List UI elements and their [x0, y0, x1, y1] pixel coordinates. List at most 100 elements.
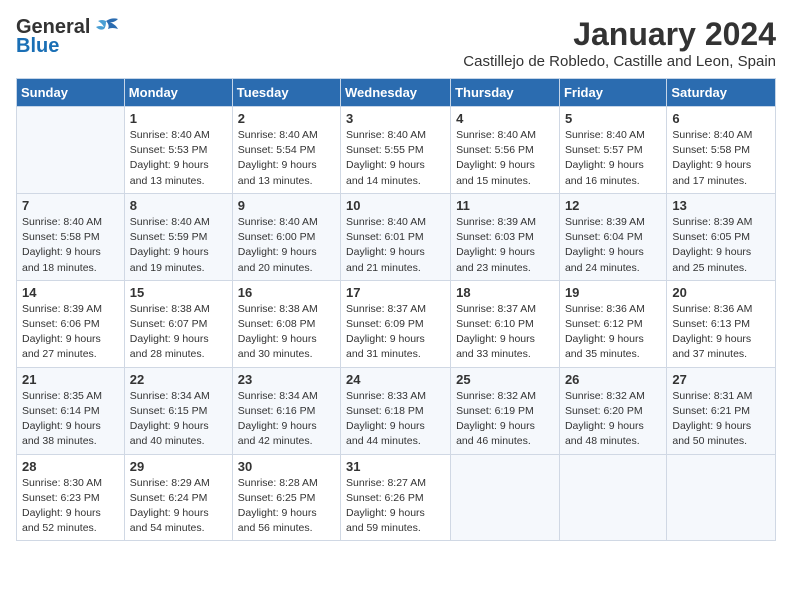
daylight-hours: Daylight: 9 hours — [346, 333, 425, 345]
sunset-text: Sunset: 6:23 PM — [22, 492, 100, 504]
daylight-minutes: and 19 minutes. — [130, 262, 205, 274]
cell-detail: Sunrise: 8:40 AMSunset: 6:01 PMDaylight:… — [346, 215, 445, 276]
daylight-hours: Daylight: 9 hours — [130, 507, 209, 519]
calendar-cell: 25 Sunrise: 8:32 AMSunset: 6:19 PMDayligh… — [451, 367, 560, 454]
daylight-minutes: and 17 minutes. — [672, 175, 747, 187]
cell-detail: Sunrise: 8:31 AMSunset: 6:21 PMDaylight:… — [672, 389, 770, 450]
daylight-minutes: and 59 minutes. — [346, 522, 421, 534]
calendar-cell: 14 Sunrise: 8:39 AMSunset: 6:06 PMDayligh… — [17, 280, 125, 367]
header-sunday: Sunday — [17, 79, 125, 107]
sunset-text: Sunset: 6:19 PM — [456, 405, 534, 417]
sunset-text: Sunset: 6:12 PM — [565, 318, 643, 330]
daylight-hours: Daylight: 9 hours — [672, 333, 751, 345]
calendar-cell: 5Sunrise: 8:40 AMSunset: 5:57 PMDaylight… — [559, 107, 666, 194]
day-number: 13 — [672, 198, 770, 213]
sunrise-text: Sunrise: 8:37 AM — [456, 303, 536, 315]
day-number: 24 — [346, 372, 445, 387]
header-friday: Friday — [559, 79, 666, 107]
day-number: 9 — [238, 198, 335, 213]
day-number: 17 — [346, 285, 445, 300]
daylight-minutes: and 56 minutes. — [238, 522, 313, 534]
sunrise-text: Sunrise: 8:38 AM — [130, 303, 210, 315]
calendar-week-row: 14 Sunrise: 8:39 AMSunset: 6:06 PMDayligh… — [17, 280, 776, 367]
daylight-minutes: and 30 minutes. — [238, 348, 313, 360]
cell-detail: Sunrise: 8:32 AMSunset: 6:19 PMDaylight:… — [456, 389, 554, 450]
calendar-cell: 9Sunrise: 8:40 AMSunset: 6:00 PMDaylight… — [232, 193, 340, 280]
calendar-cell: 15Sunrise: 8:38 AMSunset: 6:07 PMDayligh… — [124, 280, 232, 367]
sunset-text: Sunset: 6:08 PM — [238, 318, 316, 330]
sunrise-text: Sunrise: 8:34 AM — [238, 390, 318, 402]
logo-blue-text: Blue — [16, 35, 59, 58]
sunset-text: Sunset: 5:58 PM — [672, 144, 750, 156]
sunset-text: Sunset: 6:04 PM — [565, 231, 643, 243]
day-number: 29 — [130, 459, 227, 474]
daylight-hours: Daylight: 9 hours — [346, 159, 425, 171]
calendar-cell: 29Sunrise: 8:29 AMSunset: 6:24 PMDayligh… — [124, 454, 232, 541]
day-number: 12 — [565, 198, 661, 213]
sunrise-text: Sunrise: 8:39 AM — [456, 216, 536, 228]
daylight-minutes: and 13 minutes. — [238, 175, 313, 187]
calendar-cell: 2Sunrise: 8:40 AMSunset: 5:54 PMDaylight… — [232, 107, 340, 194]
sunset-text: Sunset: 6:10 PM — [456, 318, 534, 330]
sunset-text: Sunset: 6:26 PM — [346, 492, 424, 504]
calendar-header-row: SundayMondayTuesdayWednesdayThursdayFrid… — [17, 79, 776, 107]
daylight-minutes: and 40 minutes. — [130, 435, 205, 447]
daylight-minutes: and 48 minutes. — [565, 435, 640, 447]
calendar-cell: 13 Sunrise: 8:39 AMSunset: 6:05 PMDayligh… — [667, 193, 776, 280]
daylight-minutes: and 23 minutes. — [456, 262, 531, 274]
sunset-text: Sunset: 6:18 PM — [346, 405, 424, 417]
daylight-hours: Daylight: 9 hours — [22, 246, 101, 258]
day-number: 7 — [22, 198, 119, 213]
cell-detail: Sunrise: 8:40 AMSunset: 5:58 PMDaylight:… — [672, 128, 770, 189]
sunset-text: Sunset: 6:05 PM — [672, 231, 750, 243]
sunrise-text: Sunrise: 8:30 AM — [22, 477, 102, 489]
calendar-cell: 7Sunrise: 8:40 AMSunset: 5:58 PMDaylight… — [17, 193, 125, 280]
daylight-minutes: and 38 minutes. — [22, 435, 97, 447]
daylight-hours: Daylight: 9 hours — [456, 420, 535, 432]
calendar-cell: 24Sunrise: 8:33 AMSunset: 6:18 PMDayligh… — [341, 367, 451, 454]
cell-detail: Sunrise: 8:28 AMSunset: 6:25 PMDaylight:… — [238, 476, 335, 537]
cell-detail: Sunrise: 8:37 AMSunset: 6:09 PMDaylight:… — [346, 302, 445, 363]
cell-detail: Sunrise: 8:39 AMSunset: 6:05 PMDaylight:… — [672, 215, 770, 276]
daylight-minutes: and 42 minutes. — [238, 435, 313, 447]
sunset-text: Sunset: 6:15 PM — [130, 405, 208, 417]
daylight-minutes: and 46 minutes. — [456, 435, 531, 447]
calendar-cell: 22Sunrise: 8:34 AMSunset: 6:15 PMDayligh… — [124, 367, 232, 454]
sunset-text: Sunset: 6:06 PM — [22, 318, 100, 330]
daylight-minutes: and 21 minutes. — [346, 262, 421, 274]
daylight-hours: Daylight: 9 hours — [238, 246, 317, 258]
calendar-cell: 31Sunrise: 8:27 AMSunset: 6:26 PMDayligh… — [341, 454, 451, 541]
sunrise-text: Sunrise: 8:34 AM — [130, 390, 210, 402]
day-number: 25 — [456, 372, 554, 387]
day-number: 28 — [22, 459, 119, 474]
day-number: 22 — [130, 372, 227, 387]
daylight-minutes: and 14 minutes. — [346, 175, 421, 187]
calendar-cell: 1Sunrise: 8:40 AMSunset: 5:53 PMDaylight… — [124, 107, 232, 194]
daylight-minutes: and 37 minutes. — [672, 348, 747, 360]
cell-detail: Sunrise: 8:39 AMSunset: 6:06 PMDaylight:… — [22, 302, 119, 363]
calendar-cell: 23Sunrise: 8:34 AMSunset: 6:16 PMDayligh… — [232, 367, 340, 454]
sunset-text: Sunset: 5:59 PM — [130, 231, 208, 243]
cell-detail: Sunrise: 8:39 AMSunset: 6:04 PMDaylight:… — [565, 215, 661, 276]
sunrise-text: Sunrise: 8:37 AM — [346, 303, 426, 315]
month-title: January 2024 — [463, 16, 776, 53]
cell-detail: Sunrise: 8:36 AMSunset: 6:13 PMDaylight:… — [672, 302, 770, 363]
sunset-text: Sunset: 6:01 PM — [346, 231, 424, 243]
sunrise-text: Sunrise: 8:35 AM — [22, 390, 102, 402]
day-number: 18 — [456, 285, 554, 300]
daylight-hours: Daylight: 9 hours — [238, 333, 317, 345]
daylight-hours: Daylight: 9 hours — [130, 246, 209, 258]
day-number: 19 — [565, 285, 661, 300]
calendar-cell: 8Sunrise: 8:40 AMSunset: 5:59 PMDaylight… — [124, 193, 232, 280]
location-subtitle: Castillejo de Robledo, Castille and Leon… — [463, 53, 776, 70]
sunset-text: Sunset: 5:55 PM — [346, 144, 424, 156]
calendar-cell: 20Sunrise: 8:36 AMSunset: 6:13 PMDayligh… — [667, 280, 776, 367]
day-number: 14 — [22, 285, 119, 300]
day-number: 15 — [130, 285, 227, 300]
sunrise-text: Sunrise: 8:40 AM — [672, 129, 752, 141]
calendar-cell: 10Sunrise: 8:40 AMSunset: 6:01 PMDayligh… — [341, 193, 451, 280]
daylight-hours: Daylight: 9 hours — [565, 159, 644, 171]
daylight-hours: Daylight: 9 hours — [672, 246, 751, 258]
day-number: 21 — [22, 372, 119, 387]
daylight-hours: Daylight: 9 hours — [238, 507, 317, 519]
